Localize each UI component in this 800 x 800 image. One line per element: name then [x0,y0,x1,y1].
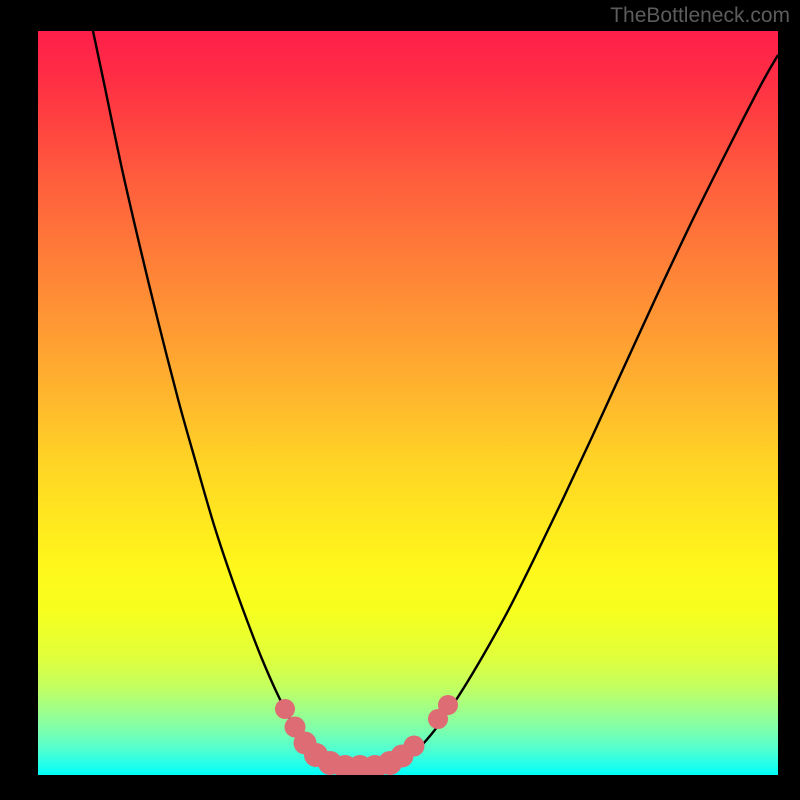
valley-marker [404,736,425,757]
valley-marker [275,699,295,719]
valley-marker [438,695,458,715]
watermark-text: TheBottleneck.com [610,4,790,28]
bottleneck-curve [93,31,778,767]
plot-area [38,31,778,775]
curve-layer [38,31,778,775]
chart-frame: TheBottleneck.com [0,0,800,800]
